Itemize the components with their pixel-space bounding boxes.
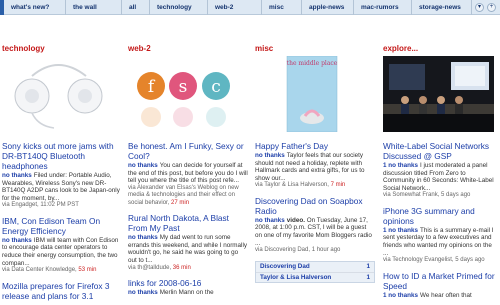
no-thanks-link[interactable]: no thanks: [2, 237, 32, 244]
story-title-link[interactable]: iPhone 3G summary and opinions: [383, 206, 498, 226]
story-snippet: no thanks video. On Tuesday, June 17, 200…: [255, 216, 372, 247]
story: White-Label Social Networks Discussed @ …: [383, 141, 498, 200]
story-snippet: no thanks You can decide for yourself at …: [128, 162, 248, 185]
story-title-link[interactable]: links for 2008-06-16: [128, 278, 248, 288]
no-thanks-link[interactable]: no thanks: [255, 217, 285, 224]
score-count: 1: [383, 226, 387, 234]
column-web-2: web-2 f s c Be honest. Am I Funky, Sexy …: [128, 44, 248, 303]
headphones-thumbnail[interactable]: [2, 56, 115, 132]
tab-apple-news[interactable]: apple-news: [302, 0, 354, 15]
story-title-link[interactable]: Sony kicks out more jams with DR-BT140Q …: [2, 141, 122, 171]
tab-mac-rumors[interactable]: mac-rumors: [354, 0, 412, 15]
story-title-link[interactable]: Happy Father's Day: [255, 141, 375, 151]
story: Be honest. Am I Funky, Sexy or Cool? no …: [128, 141, 248, 207]
story: Happy Father's Day no thanks Taylor feels…: [255, 141, 375, 190]
story-title-link[interactable]: Rural North Dakota, A Blast From My Past: [128, 213, 248, 233]
story: How to ID a Market Primed for Speed 1 no…: [383, 271, 498, 300]
tab-the-wall[interactable]: the wall: [66, 0, 122, 15]
story-snippet: 1 no thanks This is a summary e-mail I se…: [383, 226, 494, 257]
story-source: via Engadget, 11:02 PM PST: [2, 202, 79, 209]
story: IBM, Con Edison Team On Energy Efficienc…: [2, 216, 122, 275]
story-snippet: no thanks Filed under: Portable Audio, We…: [2, 172, 120, 202]
story-title-link[interactable]: Be honest. Am I Funky, Sexy or Cool?: [128, 141, 248, 161]
letter-s: s: [179, 77, 188, 97]
story: Mozilla prepares for Firefox 3 release a…: [2, 281, 122, 301]
story: Rural North Dakota, A Blast From My Past…: [128, 213, 248, 272]
story-snippet: 1 no thanks We hear often that: [383, 291, 472, 299]
column-explore: explore... White-Label Social Networks D…: [383, 44, 498, 305]
no-thanks-link[interactable]: no thanks: [388, 292, 418, 299]
no-thanks-link[interactable]: no thanks: [2, 172, 32, 179]
tab-all[interactable]: all: [122, 0, 150, 15]
story-title-link[interactable]: Discovering Dad on Soapbox Radio: [255, 196, 375, 216]
no-thanks-link[interactable]: no thanks: [388, 162, 418, 169]
column-misc: misc the middle place Happy Father's Day…: [255, 44, 375, 283]
tab-misc[interactable]: misc: [262, 0, 302, 15]
chevron-down-icon[interactable]: ▾: [475, 2, 484, 12]
story-source: via Data Center Knowledge, 53 min: [2, 267, 97, 274]
story-snippet: no thanks Taylor feels that our society s…: [255, 152, 365, 182]
tab-technology[interactable]: technology: [150, 0, 208, 15]
column-title[interactable]: explore...: [383, 44, 498, 56]
story-age: 7 min: [330, 182, 346, 189]
column-technology: technology Sony kicks out more jams with…: [2, 44, 122, 305]
story: Sony kicks out more jams with DR-BT140Q …: [2, 141, 122, 210]
story-age: 27 min: [171, 199, 190, 206]
story-source: via Discovering Dad, 1 hour ago: [255, 247, 341, 254]
story-snippet: no thanks Merlin Mann on the: [128, 289, 214, 297]
letter-c: c: [211, 77, 221, 97]
tab-web-2[interactable]: web-2: [208, 0, 262, 15]
source-list: Discovering Dad 1 Taylor & Lisa Halverson…: [255, 260, 375, 283]
tab-storage-news[interactable]: storage-news: [412, 0, 472, 15]
book-cover-thumbnail[interactable]: the middle place: [255, 56, 368, 132]
book-title: the middle place: [287, 60, 338, 67]
no-thanks-link[interactable]: no thanks: [388, 227, 418, 234]
column-title[interactable]: technology: [2, 44, 122, 56]
no-thanks-link[interactable]: no thanks: [128, 289, 158, 296]
story: links for 2008-06-16 no thanks Merlin Man…: [128, 278, 248, 297]
no-thanks-link[interactable]: no thanks: [128, 234, 158, 241]
no-thanks-link[interactable]: no thanks: [128, 162, 158, 169]
column-title[interactable]: misc: [255, 44, 375, 56]
story-source: via Taylor & Lisa Halverson, 7 min: [255, 182, 346, 189]
story-source: via Somewhat Frank, 5 days ago: [383, 192, 471, 199]
story-title-link[interactable]: White-Label Social Networks Discussed @ …: [383, 141, 498, 161]
fsc-thumbnail[interactable]: f s c: [128, 56, 241, 132]
source-link[interactable]: Taylor & Lisa Halverson 1: [256, 271, 374, 282]
score-count: 1: [383, 162, 387, 169]
story-source: via th@talldude, 36 min: [128, 264, 191, 271]
story: Discovering Dad on Soapbox Radio no than…: [255, 196, 375, 255]
top-nav: what's new? the wall all technology web-…: [0, 0, 500, 15]
story-snippet: 1 no thanks I just moderated a panel disc…: [383, 162, 494, 192]
story-source: via Technology Evangelist, 5 days ago: [383, 257, 485, 264]
story-title-link[interactable]: How to ID a Market Primed for Speed: [383, 271, 498, 291]
tab-whats-new[interactable]: what's new?: [4, 0, 66, 15]
story-age: 53 min: [78, 267, 97, 274]
score-count: 1: [383, 291, 387, 299]
no-thanks-link[interactable]: no thanks: [255, 152, 285, 159]
story-snippet: no thanks My dad went to run some errands…: [128, 234, 248, 265]
story-title-link[interactable]: IBM, Con Edison Team On Energy Efficienc…: [2, 216, 122, 236]
story-age: 36 min: [172, 264, 191, 271]
column-title[interactable]: web-2: [128, 44, 248, 56]
source-link[interactable]: Discovering Dad 1: [256, 262, 374, 272]
story: iPhone 3G summary and opinions 1 no than…: [383, 206, 498, 265]
panel-photo-thumbnail[interactable]: [383, 56, 494, 132]
story-snippet: no thanks IBM will team with Con Edison t…: [2, 236, 119, 267]
add-tab-icon[interactable]: +: [487, 2, 496, 12]
story-title-link[interactable]: Mozilla prepares for Firefox 3 release a…: [2, 281, 122, 301]
story-source: via Alexander van Elsas's Weblog on new …: [128, 184, 239, 206]
